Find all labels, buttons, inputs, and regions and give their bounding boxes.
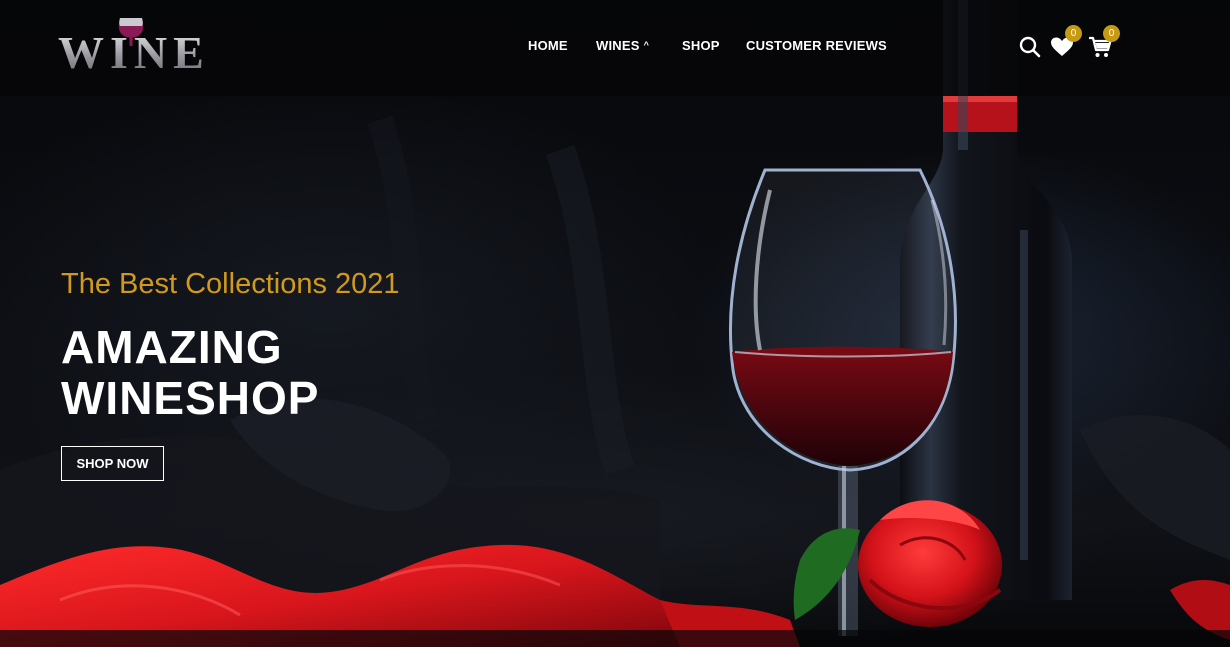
hero-title-line-1: AMAZING — [61, 321, 283, 373]
main-nav: HOME WINES ^ SHOP CUSTOMER REVIEWS — [0, 38, 1230, 58]
shop-now-button[interactable]: SHOP NOW — [61, 446, 164, 481]
search-icon — [1019, 36, 1041, 58]
cart-button[interactable]: 0 — [1088, 25, 1120, 59]
chevron-up-icon: ^ — [643, 40, 650, 50]
nav-item-wines[interactable]: WINES ^ — [596, 38, 649, 53]
nav-item-home[interactable]: HOME — [528, 38, 568, 53]
hero-title: AMAZING WINESHOP — [61, 322, 319, 424]
wishlist-button[interactable]: 0 — [1050, 25, 1082, 59]
hero-title-line-2: WINESHOP — [61, 372, 320, 424]
site-header: WINE HOME WINES ^ SHOP CUSTOMER REVIEWS 0 — [0, 0, 1230, 96]
search-button[interactable] — [1018, 35, 1042, 59]
wishlist-count-badge: 0 — [1065, 25, 1082, 42]
hero-subtitle: The Best Collections 2021 — [61, 268, 400, 300]
nav-item-customer-reviews[interactable]: CUSTOMER REVIEWS — [746, 38, 887, 53]
cart-count-badge: 0 — [1103, 25, 1120, 42]
nav-item-shop[interactable]: SHOP — [682, 38, 720, 53]
nav-item-wines-label: WINES — [596, 38, 640, 53]
